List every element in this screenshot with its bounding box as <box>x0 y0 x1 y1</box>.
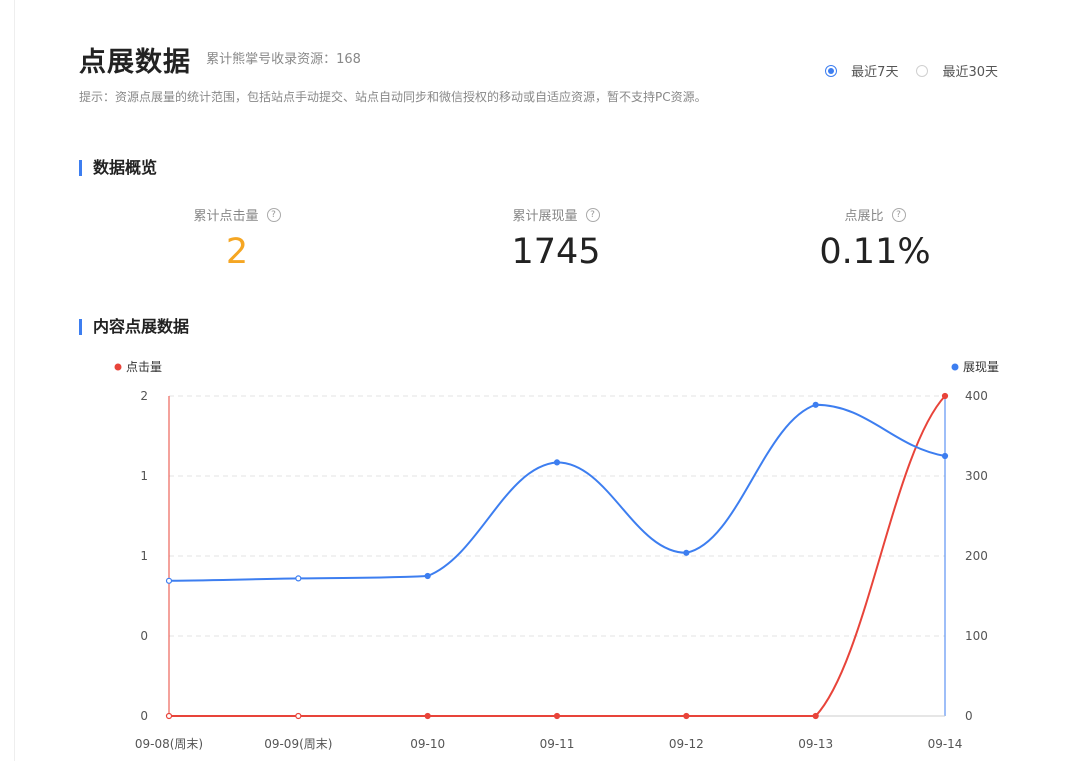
data-point <box>165 577 173 584</box>
content-section-title: 内容点展数据 <box>79 317 189 337</box>
data-point <box>683 549 690 556</box>
range-option-30-days[interactable]: 最近30天 <box>916 61 998 80</box>
help-icon[interactable]: ? <box>891 207 906 222</box>
stat-label: 点展比 <box>844 209 884 224</box>
legend-label: 展现量 <box>963 360 999 374</box>
data-point <box>553 459 561 466</box>
y-right-tick-label: 100 <box>965 629 988 643</box>
x-tick-label: 09-11 <box>540 737 575 751</box>
y-left-tick-label: 1 <box>140 549 148 563</box>
range-option-label: 最近7天 <box>851 65 899 80</box>
data-point <box>812 401 819 408</box>
y-right-tick-label: 400 <box>965 389 988 403</box>
stats-hint: 提示：资源点展量的统计范围，包括站点手动提交、站点自动同步和微信授权的移动或自适… <box>79 90 707 104</box>
y-left-tick-label: 2 <box>140 389 148 403</box>
help-icon[interactable]: ? <box>585 207 600 222</box>
stat-value: 2 <box>225 232 249 272</box>
page-header: 点展数据 累计熊掌号收录资源：168 <box>79 40 361 79</box>
data-point <box>941 452 949 460</box>
stat-click-impression-ratio: 点展比 ? 0.11% <box>745 205 1005 272</box>
stat-total-impressions: 累计展现量 ? 1745 <box>426 205 686 272</box>
y-right-tick-label: 200 <box>965 549 988 563</box>
stat-total-clicks: 累计点击量 ? 2 <box>107 205 367 272</box>
stat-value: 0.11% <box>819 232 931 272</box>
data-point <box>295 712 302 720</box>
click-impression-chart: 0 0 0 100 1 200 1 300 2 400 09-08(周末) 09-09(周末) 09-1… <box>114 360 999 751</box>
x-tick-label: 09-13 <box>798 737 833 751</box>
range-option-7-days[interactable]: 最近7天 <box>825 61 898 80</box>
stat-label-row: 累计展现量 ? <box>426 205 686 224</box>
data-point <box>683 712 690 720</box>
data-point <box>553 712 561 720</box>
y-left-tick-label: 0 <box>140 629 148 643</box>
date-range-selector: 最近7天 最近30天 <box>807 61 998 80</box>
help-icon[interactable]: ? <box>266 207 281 222</box>
stat-label-row: 累计点击量 ? <box>107 205 367 224</box>
radio-unchecked-icon[interactable] <box>916 64 929 77</box>
legend-marker <box>951 363 959 371</box>
stat-value: 1745 <box>511 232 601 272</box>
overview-section-title: 数据概览 <box>79 158 157 178</box>
data-point <box>941 392 949 400</box>
page-title: 点展数据 <box>79 47 191 78</box>
x-tick-label: 09-14 <box>928 737 963 751</box>
stat-label: 累计点击量 <box>193 209 259 224</box>
x-tick-label: 09-08(周末) <box>135 737 203 751</box>
series-line <box>168 403 946 582</box>
legend-marker <box>114 363 122 371</box>
indexed-resource-count: 累计熊掌号收录资源：168 <box>206 52 361 67</box>
stat-label-row: 点展比 ? <box>745 205 1005 224</box>
x-tick-label: 09-12 <box>669 737 704 751</box>
radio-checked-icon[interactable] <box>825 64 838 77</box>
y-right-tick-label: 300 <box>965 469 988 483</box>
range-option-label: 最近30天 <box>942 65 998 80</box>
data-point <box>424 712 431 720</box>
y-right-tick-label: 0 <box>965 709 973 723</box>
data-point <box>812 712 819 720</box>
legend-label: 点击量 <box>126 360 162 374</box>
data-point <box>424 572 431 580</box>
x-tick-label: 09-09(周末) <box>264 737 332 751</box>
x-tick-label: 09-10 <box>410 737 445 751</box>
data-point <box>165 712 173 720</box>
stat-label: 累计展现量 <box>512 209 578 224</box>
data-point <box>295 575 302 582</box>
y-left-tick-label: 1 <box>140 469 148 483</box>
y-left-tick-label: 0 <box>140 709 148 723</box>
